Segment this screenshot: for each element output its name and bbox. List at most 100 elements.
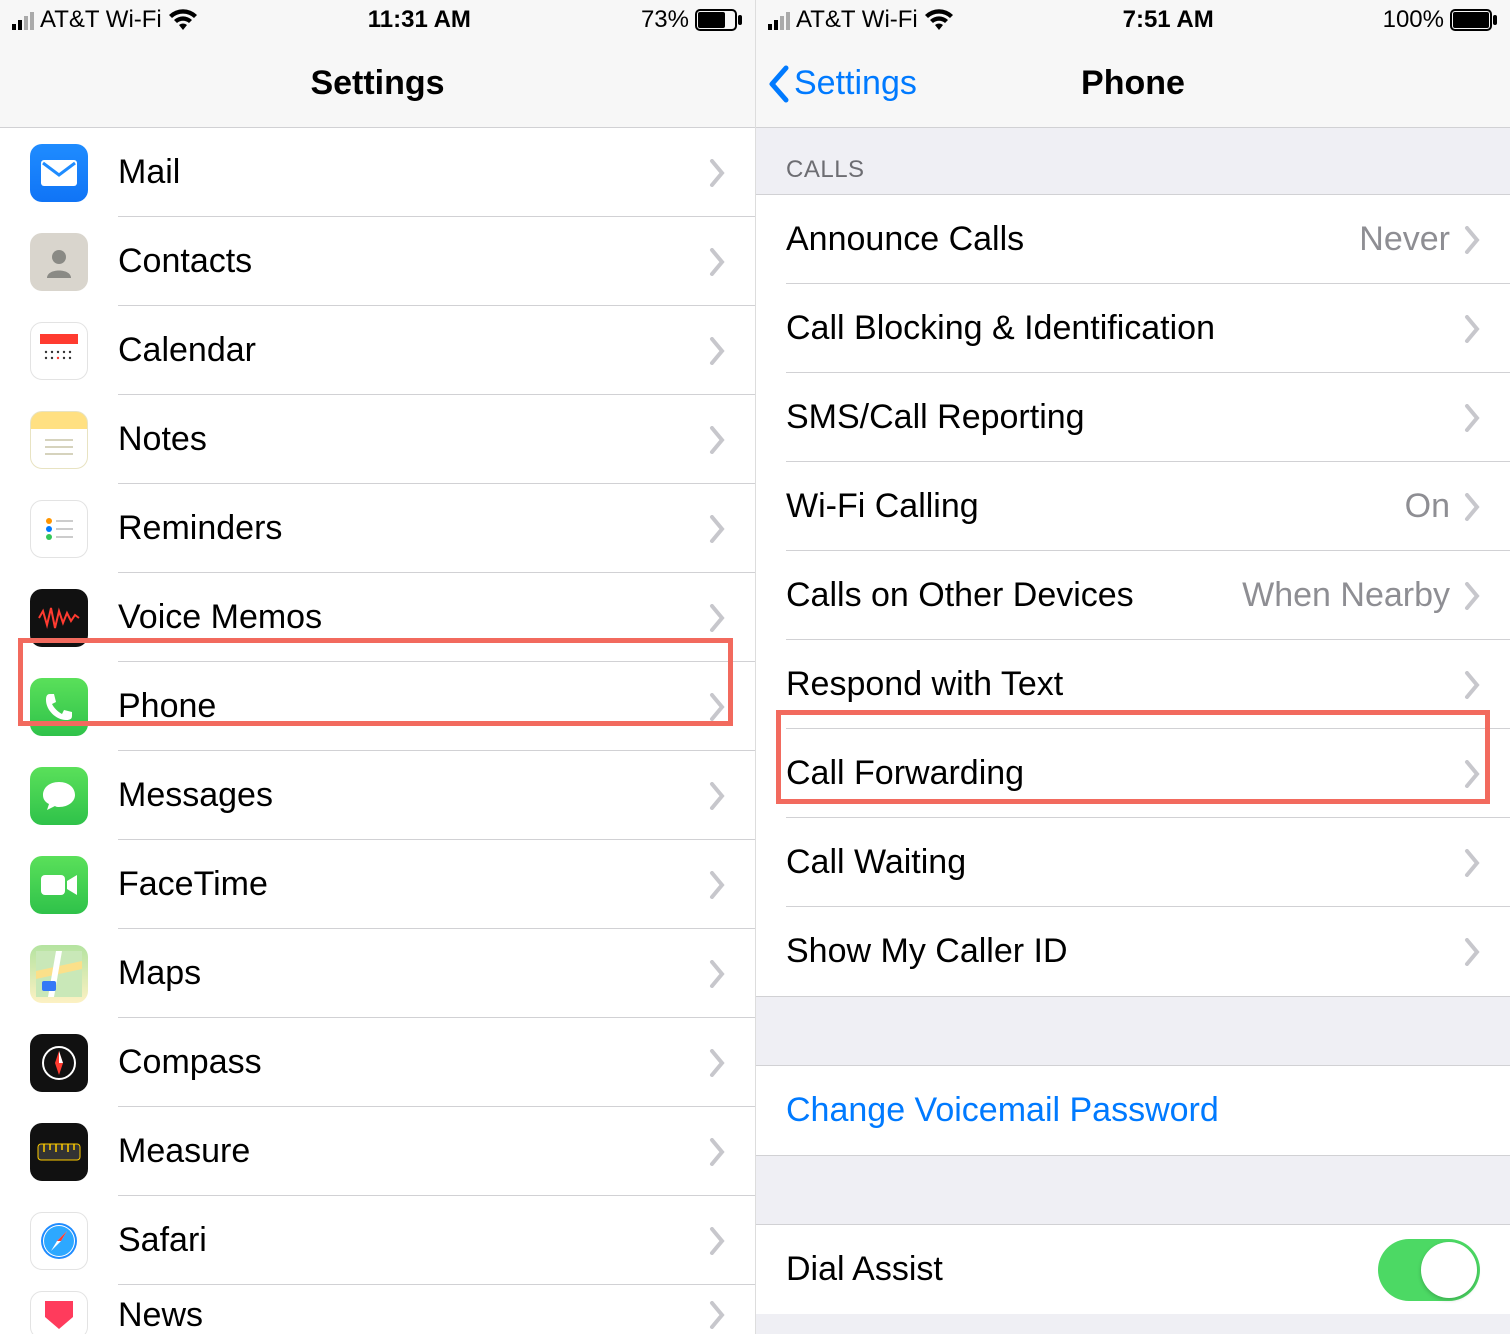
row-label: Notes — [118, 420, 207, 459]
chevron-right-icon — [1464, 404, 1480, 432]
chevron-right-icon — [1464, 493, 1480, 521]
signal-icon — [768, 10, 790, 30]
reminders-icon — [30, 500, 88, 558]
news-icon — [30, 1291, 88, 1334]
chevron-right-icon — [709, 515, 725, 543]
chevron-right-icon — [709, 960, 725, 988]
settings-row-notes[interactable]: Notes — [0, 395, 755, 484]
row-sms-call-reporting[interactable]: SMS/Call Reporting — [756, 373, 1510, 462]
row-label: Respond with Text — [786, 665, 1063, 704]
settings-row-phone[interactable]: Phone — [0, 662, 755, 751]
settings-row-news[interactable]: News — [0, 1285, 755, 1334]
settings-row-voice-memos[interactable]: Voice Memos — [0, 573, 755, 662]
back-label: Settings — [794, 64, 917, 103]
row-label: Compass — [118, 1043, 262, 1082]
status-left: AT&T Wi-Fi — [12, 6, 198, 34]
maps-icon — [30, 945, 88, 1003]
chevron-right-icon — [709, 1049, 725, 1077]
battery-label: 100% — [1383, 6, 1444, 34]
safari-icon — [30, 1212, 88, 1270]
row-label: Calls on Other Devices — [786, 576, 1134, 615]
settings-row-facetime[interactable]: FaceTime — [0, 840, 755, 929]
row-dial-assist[interactable]: Dial Assist — [756, 1225, 1510, 1314]
settings-row-contacts[interactable]: Contacts — [0, 217, 755, 306]
row-label: Reminders — [118, 509, 282, 548]
chevron-right-icon — [709, 782, 725, 810]
wifi-icon — [168, 9, 198, 31]
row-wifi-calling[interactable]: Wi-Fi Calling On — [756, 462, 1510, 551]
compass-icon — [30, 1034, 88, 1092]
row-show-my-caller-id[interactable]: Show My Caller ID — [756, 907, 1510, 996]
settings-row-safari[interactable]: Safari — [0, 1196, 755, 1285]
settings-row-calendar[interactable]: Calendar — [0, 306, 755, 395]
row-value: When Nearby — [1242, 576, 1450, 615]
chevron-right-icon — [709, 1301, 725, 1329]
page-title: Phone — [1081, 64, 1185, 103]
chevron-right-icon — [709, 426, 725, 454]
row-label: SMS/Call Reporting — [786, 398, 1085, 437]
row-call-waiting[interactable]: Call Waiting — [756, 818, 1510, 907]
phone-settings-list[interactable]: CALLS Announce Calls Never Call Blocking… — [756, 128, 1510, 1334]
row-label: Dial Assist — [786, 1250, 943, 1289]
signal-icon — [12, 10, 34, 30]
row-label: Announce Calls — [786, 220, 1024, 259]
screen-phone-settings: AT&T Wi-Fi 7:51 AM 100% Settings Phone C… — [755, 0, 1510, 1334]
mail-icon — [30, 144, 88, 202]
chevron-right-icon — [709, 159, 725, 187]
row-change-voicemail-password[interactable]: Change Voicemail Password — [756, 1066, 1510, 1155]
row-label: Phone — [118, 687, 216, 726]
chevron-right-icon — [709, 337, 725, 365]
chevron-right-icon — [1464, 938, 1480, 966]
status-bar: AT&T Wi-Fi 7:51 AM 100% — [756, 0, 1510, 40]
status-right: 100% — [1383, 6, 1498, 34]
chevron-right-icon — [1464, 760, 1480, 788]
settings-row-maps[interactable]: Maps — [0, 929, 755, 1018]
row-calls-other-devices[interactable]: Calls on Other Devices When Nearby — [756, 551, 1510, 640]
row-label: Calendar — [118, 331, 256, 370]
phone-icon — [30, 678, 88, 736]
facetime-icon — [30, 856, 88, 914]
settings-row-mail[interactable]: Mail — [0, 128, 755, 217]
wifi-icon — [924, 9, 954, 31]
status-right: 73% — [641, 6, 743, 34]
settings-row-messages[interactable]: Messages — [0, 751, 755, 840]
chevron-right-icon — [1464, 671, 1480, 699]
settings-row-compass[interactable]: Compass — [0, 1018, 755, 1107]
row-label: FaceTime — [118, 865, 268, 904]
row-label: Call Waiting — [786, 843, 966, 882]
status-left: AT&T Wi-Fi — [768, 6, 954, 34]
settings-list[interactable]: Mail Contacts Calendar Not — [0, 128, 755, 1334]
row-value: Never — [1359, 220, 1450, 259]
row-announce-calls[interactable]: Announce Calls Never — [756, 195, 1510, 284]
settings-row-measure[interactable]: Measure — [0, 1107, 755, 1196]
screen-settings: AT&T Wi-Fi 11:31 AM 73% Settings Mail — [0, 0, 755, 1334]
dial-assist-switch[interactable] — [1378, 1239, 1480, 1301]
chevron-right-icon — [1464, 226, 1480, 254]
settings-row-reminders[interactable]: Reminders — [0, 484, 755, 573]
battery-icon — [1450, 9, 1498, 31]
carrier-label: AT&T Wi-Fi — [40, 6, 162, 34]
chevron-right-icon — [709, 604, 725, 632]
messages-icon — [30, 767, 88, 825]
row-label: Safari — [118, 1221, 207, 1260]
contacts-icon — [30, 233, 88, 291]
chevron-left-icon — [766, 64, 792, 104]
row-label: Change Voicemail Password — [786, 1091, 1219, 1130]
row-respond-with-text[interactable]: Respond with Text — [756, 640, 1510, 729]
clock-label: 7:51 AM — [1123, 6, 1214, 34]
chevron-right-icon — [709, 248, 725, 276]
row-call-blocking[interactable]: Call Blocking & Identification — [756, 284, 1510, 373]
group-separator — [756, 1155, 1510, 1225]
group-separator — [756, 996, 1510, 1066]
chevron-right-icon — [709, 1138, 725, 1166]
chevron-right-icon — [709, 871, 725, 899]
row-call-forwarding[interactable]: Call Forwarding — [756, 729, 1510, 818]
row-label: Show My Caller ID — [786, 932, 1068, 971]
section-header-calls: CALLS — [756, 128, 1510, 195]
back-button[interactable]: Settings — [766, 40, 917, 127]
measure-icon — [30, 1123, 88, 1181]
calendar-icon — [30, 322, 88, 380]
chevron-right-icon — [709, 1227, 725, 1255]
nav-header: Settings Phone — [756, 40, 1510, 128]
voice-memos-icon — [30, 589, 88, 647]
